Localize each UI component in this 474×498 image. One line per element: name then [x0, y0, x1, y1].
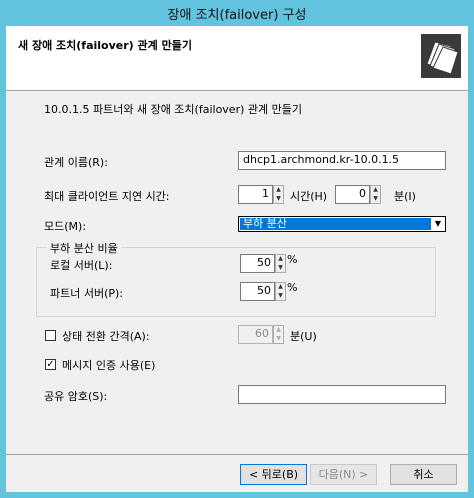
wizard-header: 새 장애 조치(failover) 관계 만들기	[6, 26, 468, 91]
spin-up-icon[interactable]: ▲	[276, 283, 285, 291]
partner-server-label: 파트너 서버(P):	[50, 287, 124, 300]
shared-secret-label: 공유 암호(S):	[44, 390, 108, 403]
wizard-header-title: 새 장애 조치(failover) 관계 만들기	[18, 39, 192, 52]
lead-time-minutes-label: 분(I)	[394, 190, 416, 203]
local-server-arrows[interactable]: ▲ ▼	[275, 254, 286, 273]
mode-select[interactable]: 부하 분산 ▼	[238, 216, 446, 232]
checkmark-icon: ✓	[46, 359, 55, 370]
partner-server-arrows[interactable]: ▲ ▼	[275, 282, 286, 301]
intro-text: 10.0.1.5 파트너와 새 장애 조치(failover) 관계 만들기	[44, 103, 302, 116]
local-percent-label: %	[287, 253, 298, 266]
partner-server-value[interactable]: 50	[240, 282, 275, 301]
lead-time-hours-arrows[interactable]: ▲ ▼	[273, 185, 284, 204]
mode-label: 모드(M):	[44, 220, 87, 233]
next-button[interactable]: 다음(N) >	[310, 464, 377, 485]
message-auth-label[interactable]: 메시지 인증 사용(E)	[62, 357, 155, 373]
chevron-down-icon[interactable]: ▼	[431, 217, 445, 231]
relationship-name-label: 관계 이름(R):	[44, 156, 108, 169]
local-server-spinner[interactable]: 50 ▲ ▼	[240, 254, 286, 273]
state-switchover-checkbox[interactable]	[45, 330, 56, 341]
load-balance-legend: 부하 분산 비율	[47, 240, 121, 256]
spin-down-icon[interactable]: ▼	[276, 264, 285, 272]
partner-percent-label: %	[287, 281, 298, 294]
local-server-label: 로컬 서버(L):	[50, 259, 113, 272]
spin-down-icon[interactable]: ▼	[274, 195, 283, 203]
partner-server-spinner[interactable]: 50 ▲ ▼	[240, 282, 286, 301]
state-switchover-label[interactable]: 상태 전환 간격(A):	[62, 328, 150, 344]
window-title: 장애 조치(failover) 구성	[167, 8, 307, 23]
spin-down-icon[interactable]: ▼	[371, 195, 380, 203]
title-bar: 장애 조치(failover) 구성	[0, 0, 474, 26]
lead-time-hours-spinner[interactable]: 1 ▲ ▼	[238, 185, 284, 204]
spin-up-icon[interactable]: ▲	[371, 186, 380, 194]
spin-down-icon[interactable]: ▼	[274, 335, 283, 343]
relationship-name-input[interactable]: dhcp1.archmond.kr-10.0.1.5	[238, 151, 446, 170]
local-server-value[interactable]: 50	[240, 254, 275, 273]
dialog-body: 새 장애 조치(failover) 관계 만들기 10.0.1.5 파트너와 새…	[6, 26, 468, 492]
folders-icon	[421, 34, 461, 78]
lead-time-minutes-value[interactable]: 0	[335, 185, 370, 204]
spin-down-icon[interactable]: ▼	[276, 292, 285, 300]
cancel-button[interactable]: 취소	[390, 464, 457, 485]
spin-up-icon[interactable]: ▲	[276, 255, 285, 263]
max-client-lead-time-label: 최대 클라이언트 지연 시간:	[44, 190, 170, 203]
state-switchover-unit: 분(U)	[290, 330, 317, 343]
spin-up-icon[interactable]: ▲	[274, 326, 283, 334]
back-button[interactable]: < 뒤로(B)	[240, 464, 307, 485]
state-switchover-arrows[interactable]: ▲ ▼	[273, 325, 284, 344]
state-switchover-spinner[interactable]: 60 ▲ ▼	[238, 325, 284, 344]
lead-time-hours-value[interactable]: 1	[238, 185, 273, 204]
state-switchover-value[interactable]: 60	[238, 325, 273, 344]
footer-divider	[6, 454, 468, 455]
spin-up-icon[interactable]: ▲	[274, 186, 283, 194]
lead-time-hours-label: 시간(H)	[290, 190, 328, 203]
shared-secret-input[interactable]	[238, 385, 446, 404]
lead-time-minutes-arrows[interactable]: ▲ ▼	[370, 185, 381, 204]
message-auth-checkbox[interactable]: ✓	[45, 359, 56, 370]
lead-time-minutes-spinner[interactable]: 0 ▲ ▼	[335, 185, 381, 204]
mode-selected-value[interactable]: 부하 분산	[240, 218, 431, 230]
